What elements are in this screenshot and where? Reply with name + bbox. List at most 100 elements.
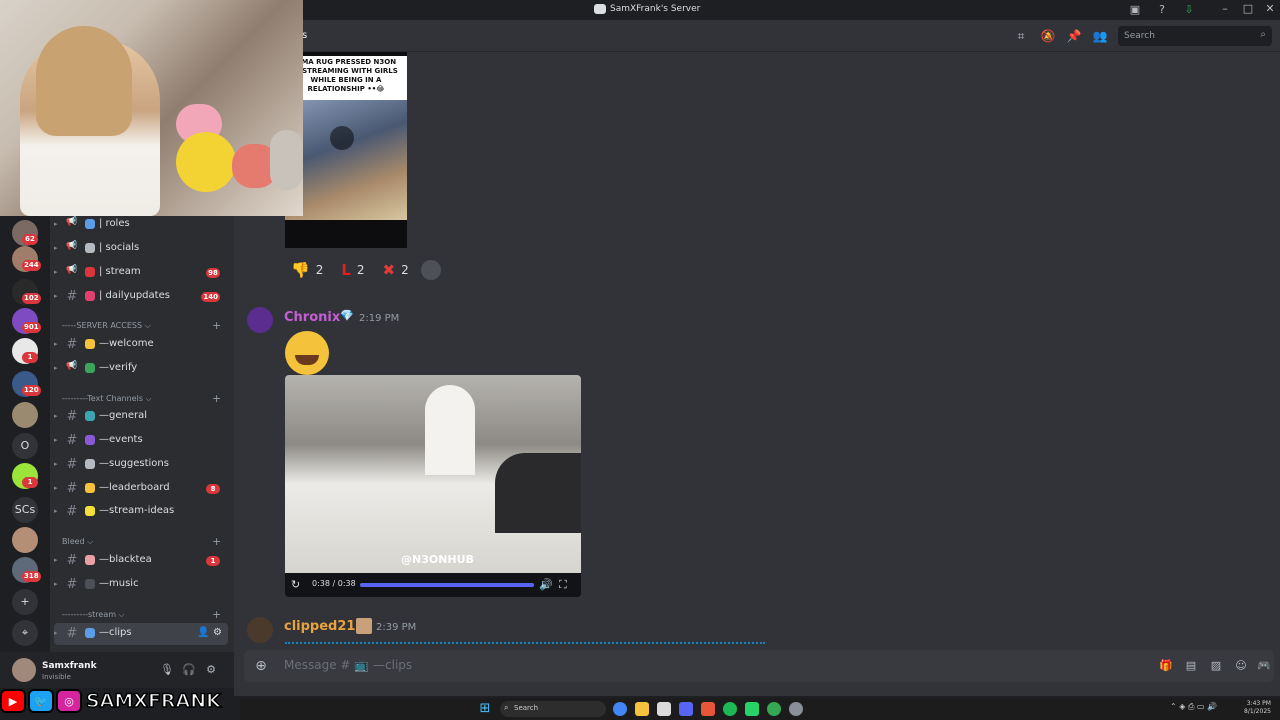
add-channel-icon[interactable]: + — [212, 319, 221, 332]
rolling-laughing-emoji-icon — [285, 331, 329, 375]
replay-icon[interactable]: ↻ — [291, 578, 300, 591]
server-icon[interactable]: 901 — [12, 308, 41, 334]
server-icon[interactable]: 244 — [12, 246, 41, 272]
gif-icon[interactable]: ▤ — [1183, 658, 1199, 674]
channel-item[interactable]: ▸ # —clips 👤 ⚙ — [54, 623, 228, 645]
channel-item[interactable]: ▸ # —stream-ideas — [54, 501, 228, 523]
help-icon[interactable]: ? — [1155, 3, 1169, 17]
play-icon[interactable] — [330, 126, 354, 150]
settings-icon[interactable] — [789, 702, 803, 716]
add-channel-icon[interactable]: + — [212, 608, 221, 621]
channel-label: —stream-ideas — [99, 505, 175, 516]
chevron-right-icon: ▸ — [54, 364, 58, 372]
server-icon[interactable]: 318 — [12, 557, 41, 583]
message-author[interactable]: Chronix — [284, 310, 340, 325]
taskbar-search[interactable]: ⌕ Search — [500, 701, 606, 717]
add-channel-icon[interactable]: + — [212, 535, 221, 548]
system-tray[interactable]: ⌃ ◈ ⎙ ▭ 🔊 — [1170, 702, 1217, 712]
channel-item[interactable]: ▸ # —welcome — [54, 334, 228, 356]
message-timestamp: 2:19 PM — [359, 313, 400, 324]
channel-item[interactable]: ▸ # —blacktea 1 — [54, 550, 228, 572]
apps-icon[interactable]: 🎮 — [1256, 658, 1272, 674]
search-input[interactable]: Search ⌕ — [1118, 26, 1272, 46]
reaction-x[interactable]: ✖ 2 — [377, 258, 415, 282]
server-icon[interactable]: O — [12, 433, 38, 459]
channel-category[interactable]: ---------Text Channels ⌵ — [62, 394, 152, 404]
settings-gear-icon[interactable]: ⚙ — [204, 663, 218, 677]
store-icon[interactable] — [657, 702, 671, 716]
attach-plus-icon[interactable]: ⊕ — [252, 657, 270, 675]
channel-category[interactable]: ---------stream ⌵ — [62, 610, 125, 620]
spotify-icon[interactable] — [723, 702, 737, 716]
maximize-button[interactable]: □ — [1240, 2, 1256, 15]
whatsapp-icon[interactable] — [745, 702, 759, 716]
channel-item[interactable]: ▸ 📢 | stream 98 — [54, 262, 228, 284]
windows-start-icon[interactable]: ⊞ — [477, 701, 493, 717]
chrome-icon[interactable] — [613, 702, 627, 716]
channel-item[interactable]: ▸ 📢 | roles — [54, 214, 228, 236]
emoji-icon[interactable]: ☺ — [1233, 658, 1249, 674]
microphone-icon[interactable]: 🎙 — [160, 663, 174, 677]
pin-icon[interactable]: 📌 — [1066, 28, 1082, 44]
minimize-button[interactable]: – — [1217, 2, 1233, 15]
discord-icon[interactable] — [679, 702, 693, 716]
server-icon[interactable]: 1 — [12, 338, 38, 364]
text-channel-icon: # — [66, 289, 78, 304]
reaction-l[interactable]: L 2 — [335, 258, 370, 282]
channel-category[interactable]: -----SERVER ACCESS ⌵ — [62, 321, 151, 331]
channel-item[interactable]: ▸ 📢 | socials — [54, 238, 228, 260]
server-icon[interactable]: 1 — [12, 463, 38, 489]
chevron-right-icon: ▸ — [54, 507, 58, 515]
server-icon[interactable]: 102 — [12, 279, 41, 305]
clock-date: 8/1/2025 — [1244, 708, 1271, 715]
sticker-icon[interactable]: ▨ — [1208, 658, 1224, 674]
channel-item[interactable]: ▸ # —leaderboard 8 — [54, 478, 228, 500]
reaction-thumbs-down[interactable]: 👎 2 — [285, 258, 329, 282]
screen-share-icon[interactable]: ▣ — [1128, 3, 1142, 17]
avatar[interactable] — [247, 617, 273, 643]
server-icon[interactable]: ⌖ — [12, 620, 38, 646]
chrome-alt-icon[interactable] — [767, 702, 781, 716]
add-channel-icon[interactable]: + — [212, 392, 221, 405]
channel-emoji-icon — [85, 628, 95, 638]
channel-settings-icon[interactable]: 👤 ⚙ — [197, 627, 222, 638]
file-explorer-icon[interactable] — [635, 702, 649, 716]
download-icon[interactable]: ⇩ — [1182, 3, 1196, 17]
channel-category[interactable]: Bleed ⌵ — [62, 537, 93, 547]
server-icon[interactable] — [12, 402, 38, 428]
add-reaction-icon[interactable] — [420, 260, 441, 280]
clip-thumbnail[interactable]: AMA RUG PRESSED N3ON R STREAMING WITH GI… — [285, 52, 407, 248]
mention-badge: 244 — [22, 260, 41, 271]
streamer-hair-shape — [36, 26, 132, 136]
mute-icon[interactable]: 🔕 — [1040, 28, 1056, 44]
message-link[interactable] — [285, 642, 765, 648]
video-watermark: @N3ONHUB — [401, 553, 474, 566]
avatar[interactable] — [247, 307, 273, 333]
channel-item[interactable]: ▸ # —suggestions — [54, 454, 228, 476]
brave-icon[interactable] — [701, 702, 715, 716]
message-author[interactable]: clipped211 — [284, 619, 365, 634]
taskbar-clock[interactable]: 3:43 PM 8/1/2025 — [1244, 700, 1271, 716]
server-icon[interactable]: SCs — [12, 497, 38, 523]
threads-icon[interactable]: ⌗ — [1013, 28, 1029, 44]
headphones-icon[interactable]: 🎧 — [182, 663, 196, 677]
server-icon[interactable] — [12, 527, 38, 553]
members-icon[interactable]: 👥 — [1092, 28, 1108, 44]
server-icon[interactable]: 62 — [12, 220, 38, 246]
server-icon[interactable]: + — [12, 589, 38, 615]
channel-item[interactable]: ▸ # —general — [54, 406, 228, 428]
gift-icon[interactable]: 🎁 — [1158, 658, 1174, 674]
fullscreen-icon[interactable]: ⛶ — [559, 578, 567, 592]
video-player[interactable]: @N3ONHUB ↻ 0:38 / 0:38 🔊 ⛶ — [285, 375, 581, 597]
close-button[interactable]: ✕ — [1262, 2, 1278, 15]
volume-icon[interactable]: 🔊 — [539, 578, 553, 591]
channel-item[interactable]: ▸ 📢 —verify — [54, 358, 228, 380]
avatar[interactable] — [12, 658, 36, 682]
video-progress-bar[interactable] — [360, 583, 534, 587]
channel-item[interactable]: ▸ # | dailyupdates 140 — [54, 286, 228, 308]
server-icon[interactable]: 120 — [12, 371, 41, 397]
channel-emoji-icon — [85, 267, 95, 277]
channel-item[interactable]: ▸ # —events — [54, 430, 228, 452]
message-composer[interactable]: ⊕ Message # 📺 —clips 🎁 ▤ ▨ ☺ 🎮 — [244, 650, 1274, 682]
channel-item[interactable]: ▸ # —music — [54, 574, 228, 596]
